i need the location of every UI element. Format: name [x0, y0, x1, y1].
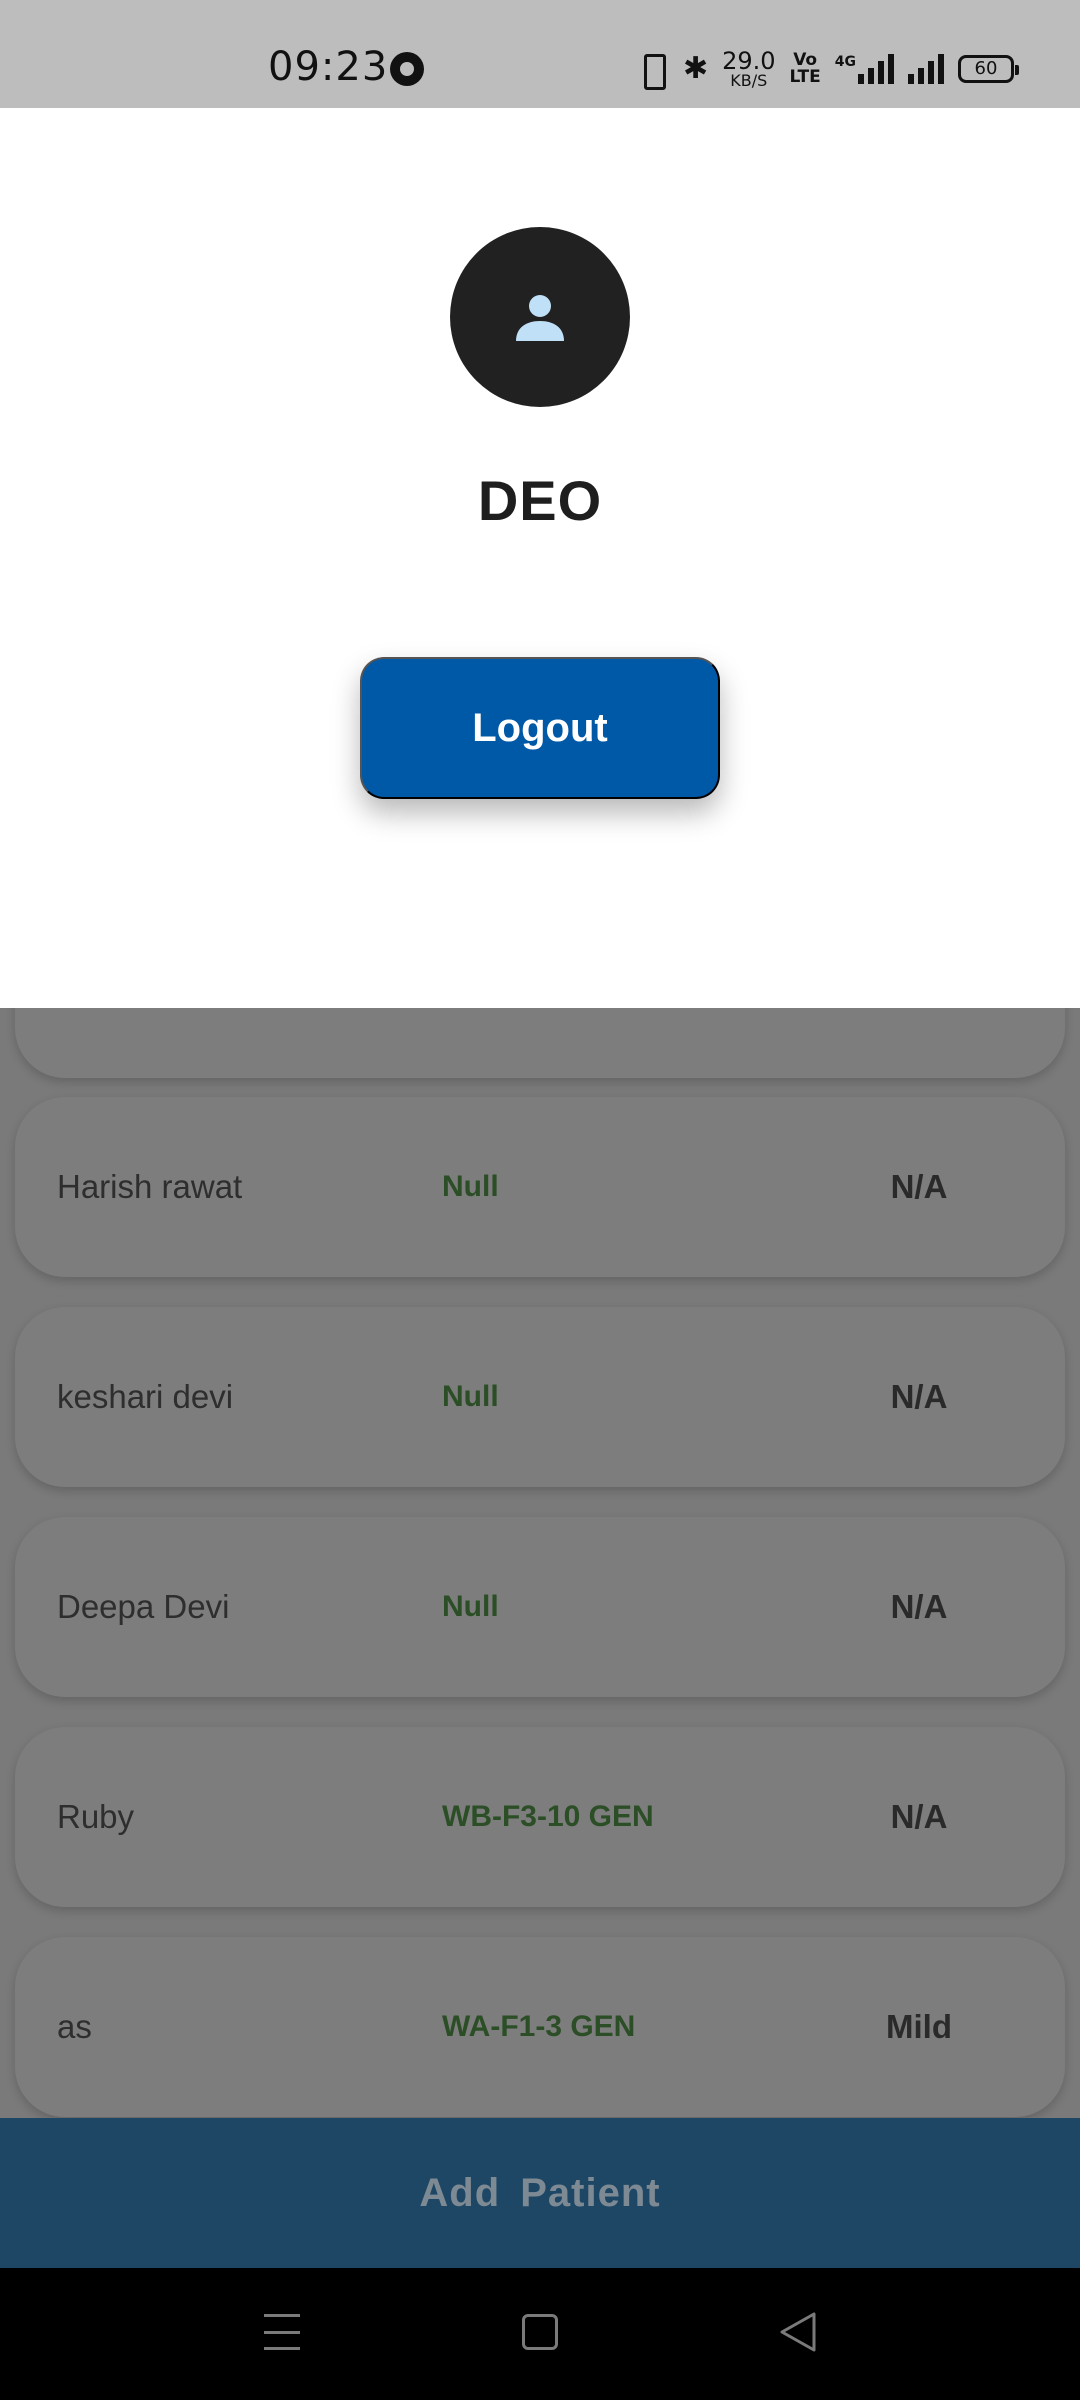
patient-severity: N/A: [890, 1168, 948, 1205]
status-icons: ✱ 29.0 KB/S Vo LTE 4G 60: [635, 44, 1019, 94]
patient-code: Null: [442, 1590, 499, 1623]
patient-code: Null: [442, 1170, 499, 1203]
table-row[interactable]: as WA-F1-3 GEN Mild: [15, 1937, 1065, 2117]
patient-code: WB-F3-10 GEN: [442, 1800, 654, 1833]
vibrate-icon: [635, 54, 669, 90]
recent-apps-icon[interactable]: [264, 2314, 300, 2350]
network-type: 4G: [834, 54, 856, 70]
volte-indicator: Vo LTE: [790, 52, 821, 86]
network-speed: 29.0 KB/S: [722, 49, 775, 89]
table-row[interactable]: Deepa Devi Null N/A: [15, 1517, 1065, 1697]
signal-4g-icon: 4G: [835, 54, 894, 84]
table-row[interactable]: Ruby WB-F3-10 GEN N/A: [15, 1727, 1065, 1907]
patient-name: Harish rawat: [57, 1168, 243, 1205]
patient-name: Deepa Devi: [57, 1588, 230, 1625]
avatar: [450, 227, 630, 407]
profile-sheet: DEO Logout: [0, 108, 1080, 1008]
status-bar: 09:23 ✱ 29.0 KB/S Vo LTE 4G 60: [0, 0, 1080, 108]
person-icon: [516, 295, 564, 341]
network-speed-value: 29.0: [722, 47, 776, 75]
signal-icon: [908, 54, 944, 84]
back-icon[interactable]: [778, 2310, 818, 2354]
patient-severity: Mild: [886, 2008, 952, 2045]
patient-name: as: [57, 2008, 92, 2045]
home-icon[interactable]: [522, 2314, 558, 2350]
patient-severity: N/A: [890, 1588, 948, 1625]
patient-code: Null: [442, 1380, 499, 1413]
table-row[interactable]: keshari devi Null N/A: [15, 1307, 1065, 1487]
status-time: 09:23: [268, 44, 389, 90]
chrome-icon: [390, 52, 424, 86]
logout-button[interactable]: Logout: [360, 657, 720, 799]
bluetooth-icon: ✱: [682, 51, 709, 86]
patient-code: WA-F1-3 GEN: [442, 2010, 636, 2043]
patient-name: Ruby: [57, 1798, 135, 1835]
add-patient-button[interactable]: Add Patient: [0, 2118, 1080, 2268]
user-name: DEO: [477, 469, 603, 532]
patient-severity: N/A: [890, 1798, 948, 1835]
table-row[interactable]: Harish rawat Null N/A: [15, 1097, 1065, 1277]
volte-bottom: LTE: [789, 67, 821, 87]
battery-icon: 60: [958, 55, 1019, 83]
network-speed-unit: KB/S: [730, 71, 768, 90]
patient-severity: N/A: [890, 1378, 948, 1415]
patient-name: keshari devi: [57, 1378, 234, 1415]
